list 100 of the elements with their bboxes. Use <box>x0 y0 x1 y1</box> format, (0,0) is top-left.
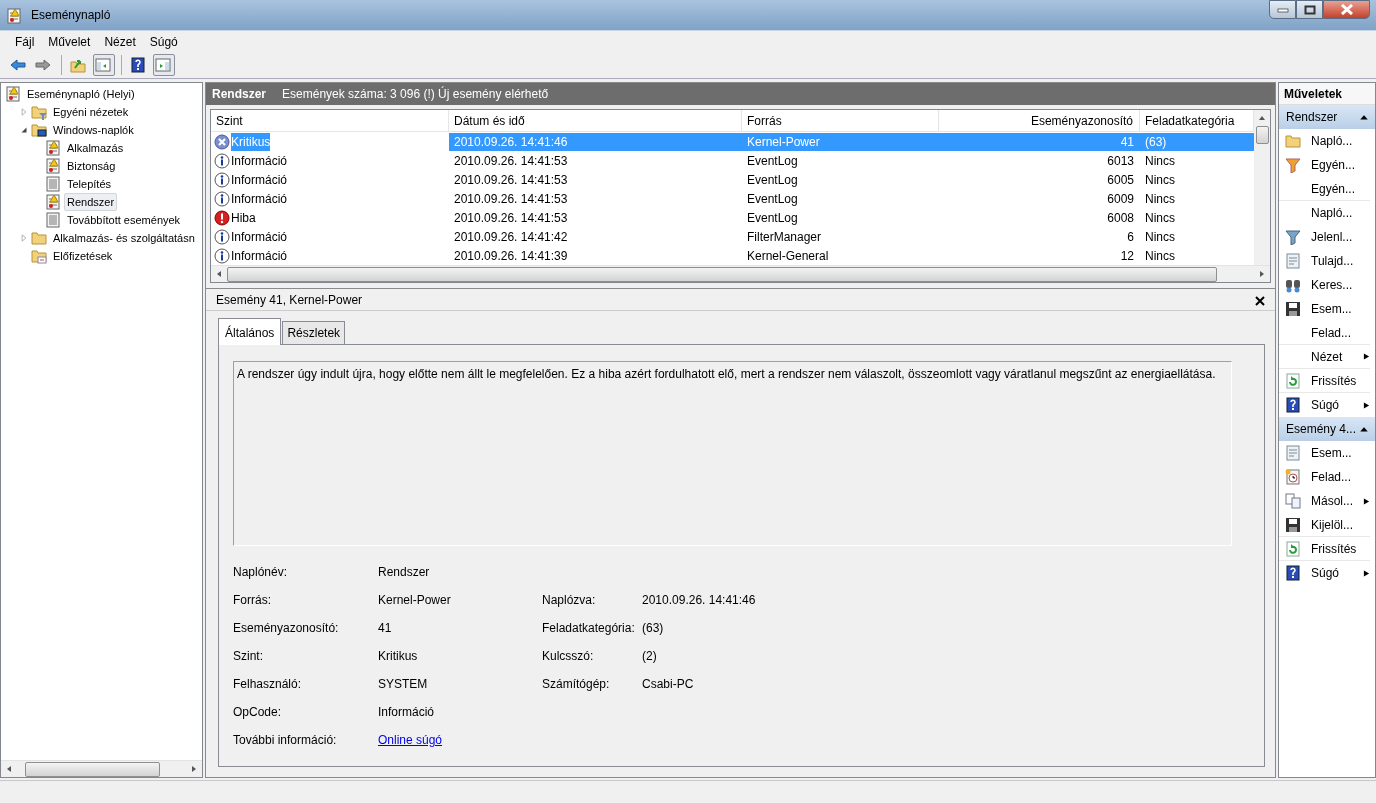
field-value: Csabi-PC <box>642 677 694 691</box>
close-icon <box>1339 4 1354 15</box>
log-icon <box>5 86 21 102</box>
table-cell-text: 2010.09.26. 14:41:42 <box>453 228 569 246</box>
field-value: Kernel-Power <box>378 593 451 607</box>
tree-item[interactable]: Előfizetések <box>50 246 116 266</box>
action-item[interactable]: Súgó <box>1279 393 1370 417</box>
action-item[interactable]: Frissítés <box>1279 537 1370 561</box>
table-cell-text: Nincs <box>1144 247 1176 265</box>
field-label: Felhasználó: <box>233 676 303 693</box>
event-row[interactable]: Információ 2010.09.26. 14:41:39 Kernel-General 12 Nincs <box>211 246 1254 265</box>
tree-item[interactable]: Rendszer <box>64 192 118 212</box>
action-item[interactable]: Nézet <box>1279 345 1370 369</box>
column-header[interactable]: Eseményazonosító <box>939 110 1140 131</box>
table-cell: Kritikus <box>231 132 271 151</box>
folder-calendar-icon <box>31 248 47 264</box>
copy-icon <box>1285 493 1301 509</box>
field-label: Kulcsszó: <box>542 648 595 665</box>
action-item[interactable]: Napló... <box>1279 201 1370 225</box>
tree-item[interactable]: Egyéni nézetek <box>50 102 132 122</box>
action-item[interactable]: Esem... <box>1279 297 1370 321</box>
action-item[interactable]: Másol... <box>1279 489 1370 513</box>
info-icon <box>214 171 230 188</box>
field-value: (2) <box>642 649 657 663</box>
field-value: SYSTEM <box>378 677 428 691</box>
table-cell-text: EventLog <box>746 209 799 227</box>
table-cell-text: Információ <box>231 171 288 189</box>
action-item[interactable]: Keres... <box>1279 273 1370 297</box>
action-item[interactable]: Napló... <box>1279 129 1370 153</box>
submenu-arrow-icon <box>1363 496 1370 506</box>
action-item[interactable]: Esem... <box>1279 441 1370 465</box>
action-item[interactable]: Frissítés <box>1279 369 1370 393</box>
tree-item[interactable]: Alkalmazás- és szolgáltatásn <box>50 228 198 248</box>
table-cell-text: Nincs <box>1144 190 1176 208</box>
folder-computer-icon <box>31 122 47 138</box>
menu-item[interactable]: Nézet <box>97 32 143 51</box>
help-icon <box>1285 397 1301 413</box>
event-row[interactable]: Információ 2010.09.26. 14:41:53 EventLog 6009 Nincs <box>211 189 1254 208</box>
log-icon <box>45 176 61 192</box>
field-label: További információ: <box>233 732 338 749</box>
info-icon <box>214 190 230 207</box>
log-icon <box>6 7 22 24</box>
column-header[interactable]: Forrás <box>742 110 939 131</box>
action-item[interactable]: Jelenl... <box>1279 225 1370 249</box>
online-help-link[interactable]: Online súgó <box>378 733 443 747</box>
field-label: Számítógép: <box>542 676 611 693</box>
action-item[interactable]: Felad... <box>1279 321 1370 345</box>
action-item[interactable]: Egyén... <box>1279 153 1370 177</box>
action-item[interactable]: Felad... <box>1279 465 1370 489</box>
action-item[interactable]: Egyén... <box>1279 177 1370 201</box>
action-item[interactable]: Súgó <box>1279 561 1370 585</box>
task-clock-icon <box>1285 469 1301 485</box>
tree-item[interactable]: Alkalmazás <box>64 138 127 158</box>
action-item[interactable]: Kijelöl... <box>1279 513 1370 537</box>
save-icon <box>1285 301 1301 317</box>
log-icon <box>45 194 61 210</box>
tree-item[interactable]: Windows-naplók <box>50 120 137 140</box>
action-item[interactable]: Tulajd... <box>1279 249 1370 273</box>
table-cell-text: EventLog <box>746 152 799 170</box>
table-cell-text: 2010.09.26. 14:41:53 <box>453 190 569 208</box>
field-label: Naplózva: <box>542 592 597 609</box>
actions-section-header[interactable]: Esemény 4... <box>1279 417 1375 441</box>
event-row[interactable]: Hiba 2010.09.26. 14:41:53 EventLog 6008 Nincs <box>211 208 1254 227</box>
field-label: Szint: <box>233 648 264 665</box>
column-header[interactable]: Dátum és idő <box>449 110 742 131</box>
tree-item[interactable]: Biztonság <box>64 156 119 176</box>
table-cell-text: 2010.09.26. 14:41:53 <box>453 209 569 227</box>
submenu-arrow-icon <box>1363 352 1370 361</box>
expander-icon[interactable] <box>19 125 29 135</box>
actions-section-header[interactable]: Rendszer <box>1279 105 1375 129</box>
submenu-arrow-icon <box>1363 568 1370 578</box>
log-icon <box>45 158 61 174</box>
event-row[interactable]: Információ 2010.09.26. 14:41:53 EventLog 6005 Nincs <box>211 170 1254 189</box>
menu-item[interactable]: Művelet <box>41 32 98 51</box>
menu-item[interactable]: Súgó <box>142 32 185 51</box>
pane-toggle-icon <box>154 57 171 73</box>
horizontal-scrollbar[interactable] <box>1 760 202 777</box>
column-header[interactable]: Szint <box>211 110 449 131</box>
event-row[interactable]: Információ 2010.09.26. 14:41:53 EventLog 6013 Nincs <box>211 151 1254 170</box>
table-cell-text: 6005 <box>1106 171 1135 189</box>
info-icon <box>214 228 230 245</box>
table-cell-text: FilterManager <box>746 228 823 246</box>
tree-item[interactable]: Továbbított események <box>64 210 184 230</box>
table-cell-text: 6 <box>1126 228 1135 246</box>
table-cell-text: Információ <box>231 190 288 208</box>
tree-item[interactable]: Eseménynapló (Helyi) <box>24 84 138 104</box>
table-cell: (63) <box>1140 132 1254 151</box>
filter-icon <box>1285 157 1301 173</box>
menu-item[interactable]: Fájl <box>8 32 42 51</box>
maximize-button[interactable] <box>1296 0 1323 19</box>
vertical-scrollbar[interactable] <box>1254 110 1270 265</box>
info-icon <box>214 152 230 169</box>
scroll-thumb[interactable] <box>1255 126 1269 144</box>
event-row[interactable]: Információ 2010.09.26. 14:41:42 FilterManager 6 Nincs <box>211 227 1254 246</box>
tab[interactable]: Részletek <box>282 321 346 344</box>
tree-item[interactable]: Telepítés <box>64 174 115 194</box>
scroll-thumb[interactable] <box>25 761 160 777</box>
minimize-button[interactable] <box>1269 0 1296 19</box>
tab[interactable]: Általános <box>218 318 282 345</box>
back-arrow-icon <box>9 57 26 73</box>
